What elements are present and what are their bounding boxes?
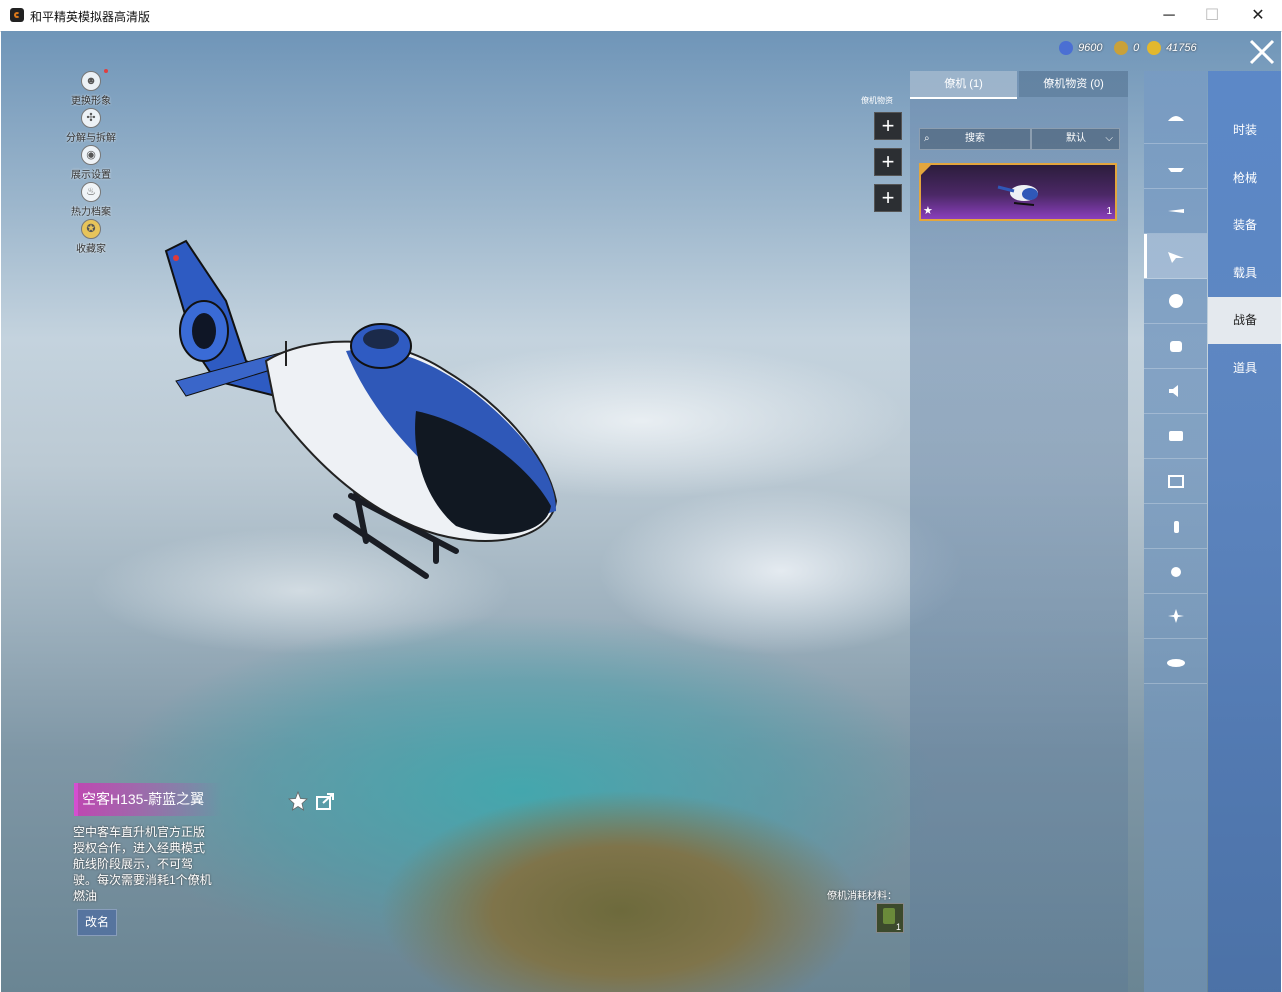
parachute-icon[interactable]: [1144, 99, 1207, 144]
item-list-panel: 僚机 (1) 僚机物资 (0) ⌕ 搜索 默认 ⌵ ★ 1: [910, 71, 1128, 992]
coupon-icon: [1059, 41, 1073, 55]
filter-label: 僚机物资: [861, 96, 893, 105]
wingman-icon[interactable]: [1144, 234, 1207, 279]
window-title: 和平精英模拟器高清版: [30, 10, 151, 24]
helicopter-thumbnail-icon: [997, 185, 1038, 206]
add-slot-button-2[interactable]: +: [874, 148, 902, 176]
subcategory-icon-bar: [1144, 71, 1207, 992]
item-description: 空中客车直升机官方正版授权合作，进入经典模式航线阶段展示，不可驾驶。每次需要消耗…: [73, 825, 212, 903]
add-slot-button-3[interactable]: +: [874, 184, 902, 212]
extinguisher-icon[interactable]: [1144, 504, 1207, 549]
sort-label: 默认: [1066, 133, 1086, 144]
favorite-star-icon: ★: [923, 205, 933, 217]
add-slot-button-1[interactable]: +: [874, 112, 902, 140]
category-combat-gear[interactable]: 战备: [1208, 297, 1281, 344]
boat-icon[interactable]: [1144, 144, 1207, 189]
plane-icon[interactable]: [1144, 189, 1207, 234]
tab-wingman-supplies[interactable]: 僚机物资 (0): [1019, 71, 1128, 97]
flame-icon: ♨: [81, 182, 101, 202]
chevron-down-icon: ⌵: [1105, 133, 1113, 144]
category-bar: 时装 枪械 装备 载具 战备 道具: [1208, 71, 1281, 992]
display-settings-button[interactable]: ◉ 展示设置: [61, 145, 121, 182]
avatar-icon: ☻: [81, 71, 101, 91]
star-icon[interactable]: [287, 790, 309, 812]
robot-icon[interactable]: [1144, 324, 1207, 369]
material-count: 1: [895, 922, 901, 932]
collector-badge-icon: ✪: [81, 219, 101, 239]
category-equipment[interactable]: 装备: [1208, 202, 1281, 249]
fuel-can-icon: [883, 908, 895, 924]
decompose-button[interactable]: ✣ 分解与拆解: [61, 108, 121, 145]
maximize-button[interactable]: ☐: [1189, 0, 1235, 31]
currency-gold: 41756: [1147, 41, 1197, 57]
sort-dropdown[interactable]: 默认 ⌵: [1031, 128, 1120, 150]
close-icon[interactable]: [1247, 37, 1277, 67]
item-name: 空客H135-蔚蓝之翼: [74, 783, 222, 816]
category-items[interactable]: 道具: [1208, 345, 1281, 392]
currency-medal: 0: [1114, 41, 1139, 57]
tab-wingman[interactable]: 僚机 (1): [910, 71, 1017, 99]
category-fashion[interactable]: 时装: [1208, 107, 1281, 154]
search-input[interactable]: ⌕ 搜索: [919, 128, 1031, 150]
currency-coupon: 9600: [1059, 41, 1103, 57]
emote-icon[interactable]: [1144, 279, 1207, 324]
quality-corner-icon: [921, 165, 931, 175]
game-viewport: ☻ 更换形象 ✣ 分解与拆解 ◉ 展示设置 ♨ 热力档案 ✪ 收藏家 9600 …: [1, 31, 1281, 992]
medal-icon: [1114, 41, 1128, 55]
hand-icon[interactable]: [1144, 549, 1207, 594]
rename-button[interactable]: 改名: [77, 909, 117, 936]
category-weapons[interactable]: 枪械: [1208, 155, 1281, 202]
wingman-item-card[interactable]: ★ 1: [919, 163, 1117, 221]
category-vehicles[interactable]: 载具: [1208, 250, 1281, 297]
sparkle-icon[interactable]: [1144, 594, 1207, 639]
gallery-icon[interactable]: [1144, 459, 1207, 504]
fuel-material-item[interactable]: 1: [876, 903, 904, 933]
side-menu: ☻ 更换形象 ✣ 分解与拆解 ◉ 展示设置 ♨ 热力档案 ✪ 收藏家: [61, 69, 121, 256]
helicopter-model[interactable]: [156, 221, 576, 581]
change-appearance-button[interactable]: ☻ 更换形象: [61, 69, 121, 108]
collector-button[interactable]: ✪ 收藏家: [61, 219, 121, 256]
decompose-icon: ✣: [81, 108, 101, 128]
chat-icon[interactable]: [1144, 414, 1207, 459]
close-window-button[interactable]: ✕: [1235, 0, 1281, 31]
hat-icon[interactable]: [1144, 639, 1207, 684]
eye-icon: ◉: [81, 145, 101, 165]
window-titlebar: 和平精英模拟器高清版 ─ ☐ ✕: [0, 0, 1282, 32]
search-icon: ⌕: [924, 133, 930, 144]
gold-coin-icon: [1147, 41, 1161, 55]
item-count: 1: [1106, 206, 1112, 217]
heat-archive-button[interactable]: ♨ 热力档案: [61, 182, 121, 219]
share-icon[interactable]: [314, 790, 336, 812]
minimize-button[interactable]: ─: [1146, 0, 1192, 31]
sound-icon[interactable]: [1144, 369, 1207, 414]
consume-material-label: 僚机消耗材料：: [827, 891, 897, 902]
notification-dot: [104, 69, 108, 73]
app-logo-icon: [10, 8, 24, 22]
